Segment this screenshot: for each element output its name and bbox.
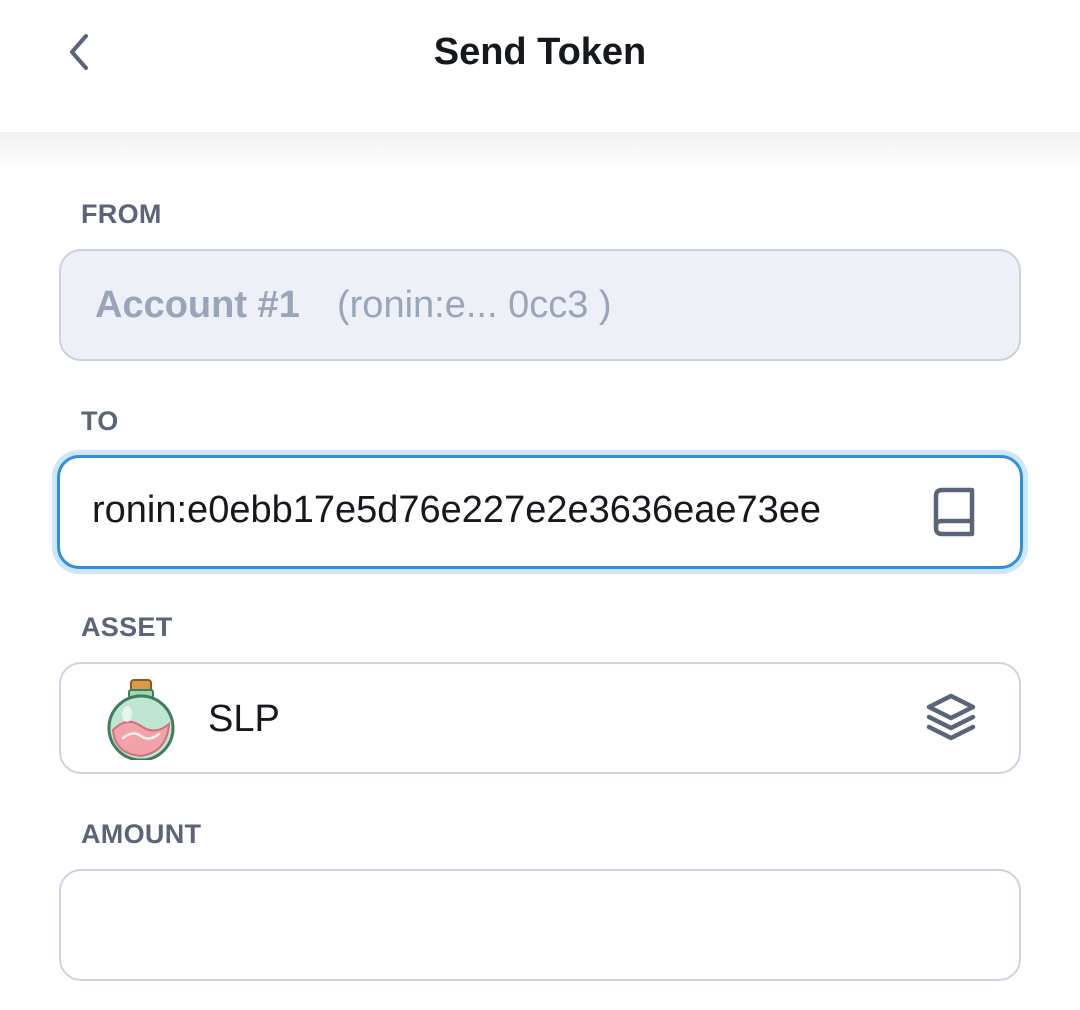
amount-field bbox=[59, 869, 1021, 981]
header-shadow bbox=[0, 132, 1080, 172]
slp-potion-icon bbox=[103, 678, 179, 762]
to-field bbox=[57, 455, 1023, 569]
from-account-address: (ronin:e... 0cc3 ) bbox=[337, 284, 612, 326]
from-label: FROM bbox=[81, 199, 162, 229]
to-address-input[interactable] bbox=[92, 480, 898, 540]
asset-label: ASSET bbox=[81, 612, 173, 642]
page-title: Send Token bbox=[433, 31, 647, 73]
to-label: TO bbox=[81, 406, 119, 436]
asset-field[interactable]: SLP bbox=[59, 662, 1021, 774]
book-icon bbox=[933, 487, 975, 537]
app-header: Send Token bbox=[0, 0, 1080, 132]
asset-symbol: SLP bbox=[208, 698, 280, 740]
layers-icon bbox=[926, 693, 976, 741]
amount-label: AMOUNT bbox=[81, 819, 202, 849]
select-asset-button[interactable] bbox=[923, 690, 979, 746]
from-field: Account #1 (ronin:e... 0cc3 ) bbox=[59, 249, 1021, 361]
address-book-button[interactable] bbox=[928, 486, 980, 538]
amount-input[interactable] bbox=[93, 893, 983, 957]
from-account-name: Account #1 bbox=[95, 284, 300, 326]
